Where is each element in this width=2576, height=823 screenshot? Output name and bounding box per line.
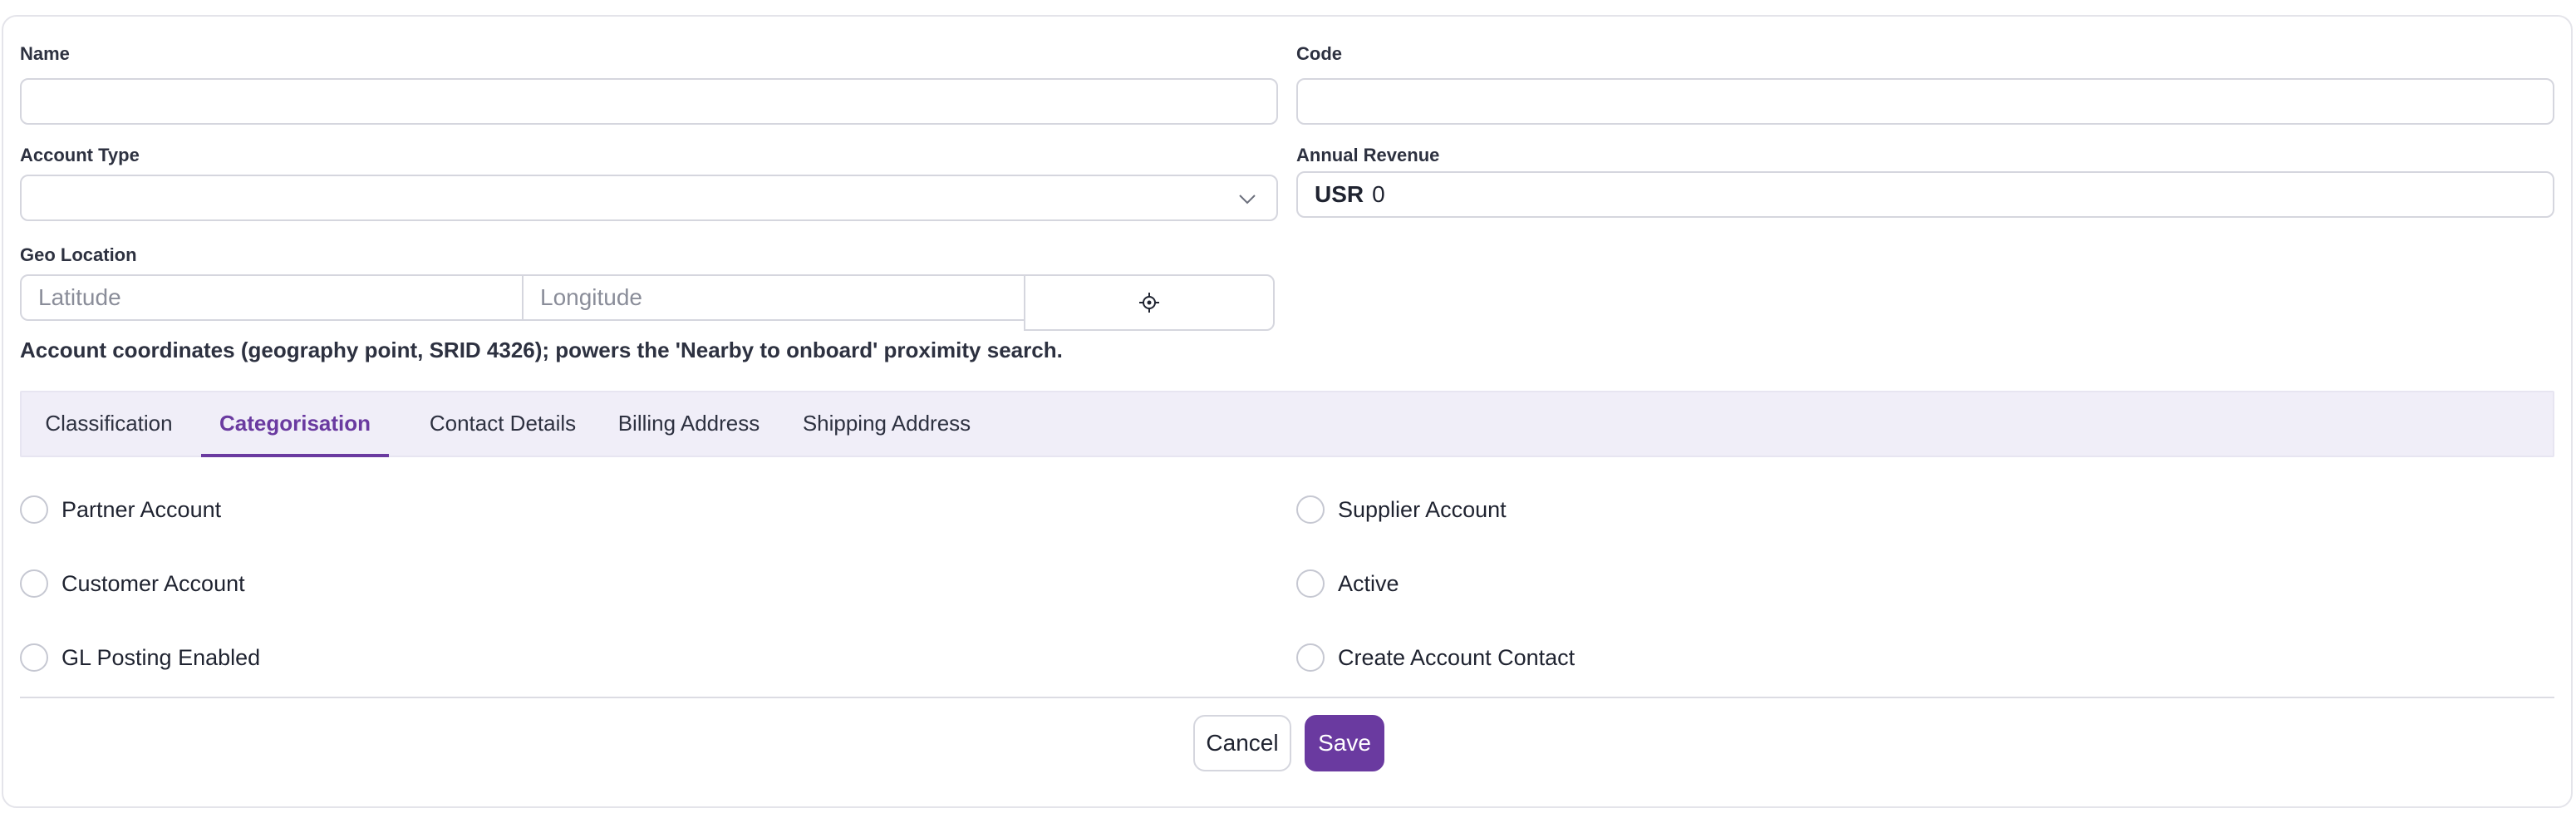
annual-revenue-value: 0 <box>1372 181 1385 207</box>
partner-account-option[interactable]: Partner Account <box>20 495 221 524</box>
geo-location-help-text: Account coordinates (geography point, SR… <box>20 338 1063 362</box>
tab-bar: Classification Categorisation Contact De… <box>20 391 2554 457</box>
customer-account-label: Customer Account <box>61 570 245 596</box>
active-label: Active <box>1338 570 1399 596</box>
code-label: Code <box>1296 43 1342 64</box>
cancel-button[interactable]: Cancel <box>1193 715 1291 771</box>
code-input[interactable] <box>1296 78 2554 125</box>
footer-divider <box>20 697 2554 698</box>
latitude-input[interactable] <box>20 274 524 321</box>
save-button[interactable]: Save <box>1305 715 1384 771</box>
partner-account-label: Partner Account <box>61 496 222 522</box>
gl-posting-enabled-label: GL Posting Enabled <box>61 644 261 670</box>
supplier-account-label: Supplier Account <box>1338 496 1507 522</box>
active-checkbox[interactable] <box>1296 569 1325 598</box>
supplier-account-option[interactable]: Supplier Account <box>1296 495 1507 524</box>
create-account-contact-checkbox[interactable] <box>1296 643 1325 672</box>
tab-shipping-address[interactable]: Shipping Address <box>781 392 992 457</box>
tab-contact-details[interactable]: Contact Details <box>406 392 600 457</box>
partner-account-checkbox[interactable] <box>20 495 48 524</box>
customer-account-checkbox[interactable] <box>20 569 48 598</box>
tab-billing-address[interactable]: Billing Address <box>593 392 784 457</box>
gl-posting-enabled-checkbox[interactable] <box>20 643 48 672</box>
currency-code: USR <box>1315 181 1364 207</box>
account-type-select[interactable] <box>20 175 1278 221</box>
active-option[interactable]: Active <box>1296 569 1399 598</box>
name-label: Name <box>20 43 70 64</box>
customer-account-option[interactable]: Customer Account <box>20 569 245 598</box>
longitude-input[interactable] <box>522 274 1025 321</box>
account-type-label: Account Type <box>20 145 140 165</box>
annual-revenue-label: Annual Revenue <box>1296 145 1440 165</box>
supplier-account-checkbox[interactable] <box>1296 495 1325 524</box>
tab-categorisation[interactable]: Categorisation <box>201 392 389 457</box>
name-input[interactable] <box>20 78 1278 125</box>
create-account-contact-label: Create Account Contact <box>1338 644 1576 670</box>
geo-location-label: Geo Location <box>20 244 137 265</box>
crosshair-icon <box>1139 293 1159 313</box>
gl-posting-enabled-option[interactable]: GL Posting Enabled <box>20 643 260 672</box>
annual-revenue-input[interactable]: USR 0 <box>1296 171 2554 218</box>
tab-classification[interactable]: Classification <box>32 392 186 457</box>
chevron-down-icon <box>1239 195 1256 205</box>
create-account-contact-option[interactable]: Create Account Contact <box>1296 643 1575 672</box>
locate-button[interactable] <box>1024 274 1275 331</box>
